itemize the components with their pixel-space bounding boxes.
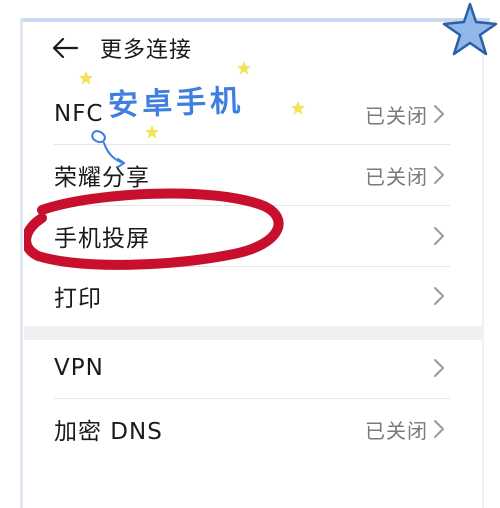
photo-frame-left (20, 18, 23, 508)
settings-row-vpn[interactable]: VPN (24, 338, 480, 398)
row-status: 已关闭 (365, 103, 428, 128)
settings-row-encrypted-dns[interactable]: 加密 DNS 已关闭 (24, 399, 480, 459)
chevron-right-icon (434, 287, 444, 305)
small-star-icon (291, 101, 305, 115)
photo-frame-right (482, 22, 484, 508)
star-sticker-icon (440, 0, 500, 64)
chevron-right-icon (434, 227, 444, 245)
red-highlight-circle-icon (24, 188, 284, 270)
doodle-swoosh-icon (91, 130, 125, 168)
row-label: 加密 DNS (54, 419, 163, 445)
chevron-right-icon (434, 420, 444, 438)
page-title: 更多连接 (100, 38, 193, 63)
page-header: 更多连接 (52, 30, 192, 66)
row-label: NFC (54, 101, 104, 127)
chevron-right-icon (434, 166, 444, 184)
small-star-icon (79, 71, 93, 85)
row-label: VPN (54, 355, 104, 381)
chevron-right-icon (434, 359, 444, 377)
small-star-icon (237, 61, 251, 75)
small-star-icon (145, 125, 159, 139)
watermark-text: 安卓手机 (107, 83, 245, 124)
back-arrow-icon[interactable] (52, 35, 78, 61)
photo-frame-top (20, 18, 490, 22)
row-status: 已关闭 (365, 418, 428, 443)
chevron-right-icon (434, 105, 444, 123)
row-status: 已关闭 (365, 164, 428, 189)
row-label: 打印 (54, 286, 102, 312)
